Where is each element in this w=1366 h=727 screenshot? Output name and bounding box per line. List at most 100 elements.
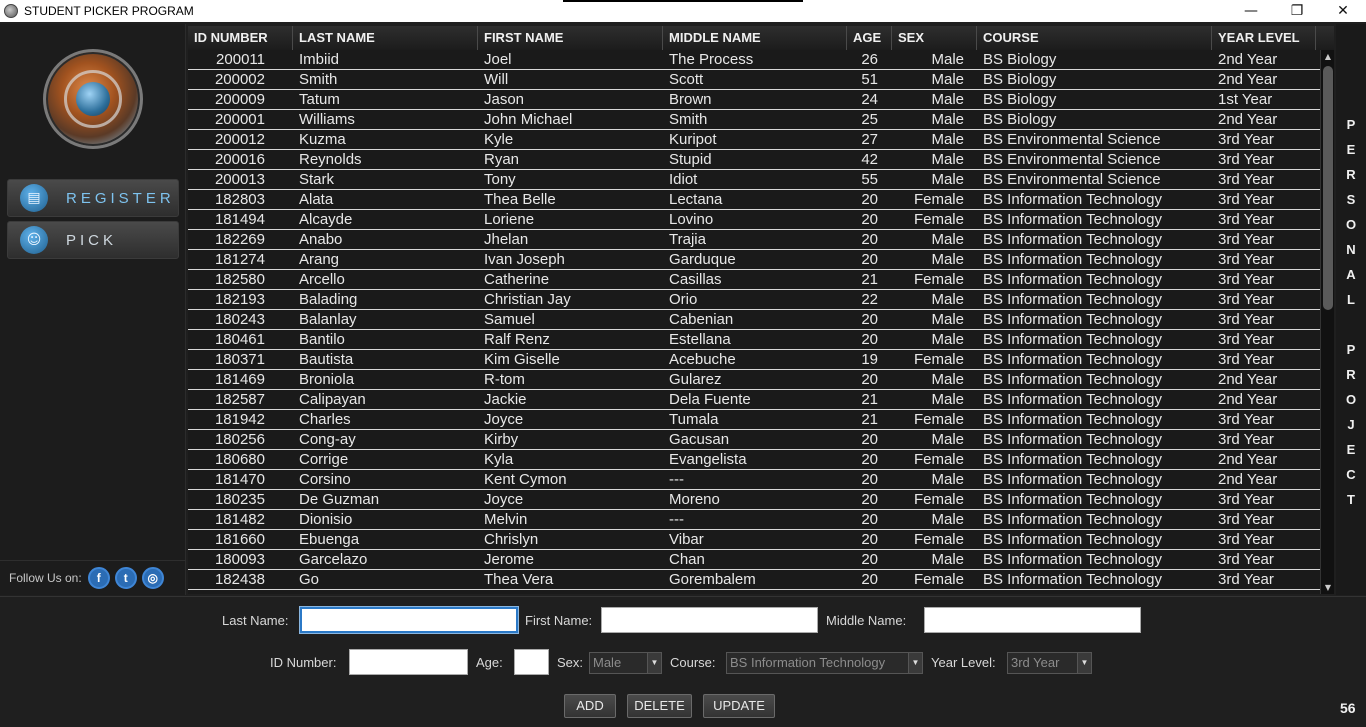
cell-sex: Male	[931, 471, 964, 488]
cell-course: BS Information Technology	[983, 491, 1162, 508]
app-icon	[4, 4, 18, 18]
cell-first-name: Samuel	[484, 311, 535, 328]
table-row[interactable]: 181469 Broniola R-tom Gularez 20 Male BS Infor…	[188, 370, 1334, 390]
cell-last-name: Stark	[299, 171, 335, 188]
cell-age: 20	[861, 451, 878, 468]
close-button[interactable]: ✕	[1320, 0, 1366, 22]
table-row[interactable]: 181660 Ebuenga Chrislyn Vibar 20 Female BS Inf…	[188, 530, 1334, 550]
cell-course: BS Information Technology	[983, 231, 1162, 248]
course-select[interactable]: BS Information Technology ▼	[726, 652, 923, 674]
table-row[interactable]: 200011 Imbiid Joel The Process 26 Male BS Biol…	[188, 50, 1334, 70]
table-scrollbar[interactable]: ▲ ▼	[1320, 50, 1334, 594]
last-name-input[interactable]	[300, 607, 518, 633]
chevron-down-icon: ▼	[1077, 653, 1091, 673]
column-header-last-name[interactable]: LAST NAME	[293, 26, 478, 50]
table-row[interactable]: 181482 Dionisio Melvin --- 20 Male BS Informat…	[188, 510, 1334, 530]
table-row[interactable]: 180680 Corrige Kyla Evangelista 20 Female BS I…	[188, 450, 1334, 470]
age-input[interactable]	[514, 649, 549, 675]
table-row[interactable]: 180235 De Guzman Joyce Moreno 20 Female BS Inf…	[188, 490, 1334, 510]
cell-year-level: 3rd Year	[1218, 271, 1274, 288]
cell-first-name: Thea Belle	[484, 191, 556, 208]
cell-first-name: Kirby	[484, 431, 519, 448]
table-row[interactable]: 182193 Balading Christian Jay Orio 22 Male BS …	[188, 290, 1334, 310]
register-button[interactable]: ▤ REGISTER	[7, 179, 179, 217]
twitter-icon[interactable]: t	[114, 567, 137, 589]
table-row[interactable]: 182438 Go Thea Vera Gorembalem 20 Female BS In…	[188, 570, 1334, 590]
cell-first-name: Christian Jay	[484, 291, 571, 308]
column-header-middle-name[interactable]: MIDDLE NAME	[663, 26, 847, 50]
cell-year-level: 3rd Year	[1218, 351, 1274, 368]
table-row[interactable]: 182587 Calipayan Jackie Dela Fuente 21 Male BS…	[188, 390, 1334, 410]
scroll-down-icon[interactable]: ▼	[1323, 583, 1333, 592]
cell-first-name: Chrislyn	[484, 531, 539, 548]
cell-middle-name: Kuripot	[669, 131, 717, 148]
table-row[interactable]: 181494 Alcayde Loriene Lovino 20 Female BS Inf…	[188, 210, 1334, 230]
year-level-select[interactable]: 3rd Year ▼	[1007, 652, 1092, 674]
column-header-first-name[interactable]: FIRST NAME	[478, 26, 663, 50]
cell-sex: Female	[913, 411, 964, 428]
table-row[interactable]: 182803 Alata Thea Belle Lectana 20 Female BS I…	[188, 190, 1334, 210]
sex-select[interactable]: Male ▼	[589, 652, 662, 674]
table-row[interactable]: 180461 Bantilo Ralf Renz Estellana 20 Male BS …	[188, 330, 1334, 350]
cell-sex: Male	[931, 431, 964, 448]
column-header-sex[interactable]: SEX	[892, 26, 977, 50]
cell-middle-name: Idiot	[669, 171, 698, 188]
table-row[interactable]: 200012 Kuzma Kyle Kuripot 27 Male BS Environme…	[188, 130, 1334, 150]
cell-year-level: 2nd Year	[1218, 471, 1278, 488]
cell-first-name: R-tom	[484, 371, 525, 388]
id-number-input[interactable]	[349, 649, 468, 675]
vertical-title-letter: T	[1347, 492, 1355, 507]
table-row[interactable]: 200002 Smith Will Scott 51 Male BS Biology 2nd …	[188, 70, 1334, 90]
delete-button[interactable]: DELETE	[627, 694, 692, 718]
cell-middle-name: Cabenian	[669, 311, 734, 328]
table-row[interactable]: 180093 Garcelazo Jerome Chan 20 Male BS Inform…	[188, 550, 1334, 570]
maximize-button[interactable]: ❐	[1274, 0, 1320, 22]
cell-id: 200011	[216, 51, 265, 68]
cell-first-name: Kyle	[484, 131, 514, 148]
cell-last-name: Arang	[299, 251, 340, 268]
table-row[interactable]: 182269 Anabo Jhelan Trajia 20 Male BS Informat…	[188, 230, 1334, 250]
cell-first-name: Ralf Renz	[484, 331, 550, 348]
add-button[interactable]: ADD	[564, 694, 616, 718]
scrollbar-thumb[interactable]	[1323, 66, 1333, 310]
cell-course: BS Information Technology	[983, 511, 1162, 528]
table-row[interactable]: 200001 Williams John Michael Smith 25 Male BS …	[188, 110, 1334, 130]
column-header-course[interactable]: COURSE	[977, 26, 1212, 50]
chevron-down-icon: ▼	[647, 653, 661, 673]
cell-course: BS Information Technology	[983, 451, 1162, 468]
scroll-up-icon[interactable]: ▲	[1323, 52, 1333, 61]
cell-age: 20	[861, 531, 878, 548]
table-row[interactable]: 200013 Stark Tony Idiot 55 Male BS Environment…	[188, 170, 1334, 190]
cell-age: 26	[861, 51, 878, 68]
instagram-icon[interactable]: ◎	[141, 567, 164, 589]
middle-name-input[interactable]	[924, 607, 1141, 633]
cell-age: 20	[861, 471, 878, 488]
table-row[interactable]: 180371 Bautista Kim Giselle Acebuche 19 Femal…	[188, 350, 1334, 370]
table-row[interactable]: 180243 Balanlay Samuel Cabenian 20 Male BS Inf…	[188, 310, 1334, 330]
cell-sex: Male	[931, 311, 964, 328]
minimize-button[interactable]: —	[1228, 0, 1274, 22]
table-row[interactable]: 200009 Tatum Jason Brown 24 Male BS Biology 1st…	[188, 90, 1334, 110]
cell-id: 181942	[214, 411, 265, 428]
cell-year-level: 3rd Year	[1218, 551, 1274, 568]
table-row[interactable]: 181942 Charles Joyce Tumala 21 Female BS Infor…	[188, 410, 1334, 430]
column-header-age[interactable]: AGE	[847, 26, 892, 50]
middle-name-label: Middle Name:	[826, 613, 907, 628]
cell-id: 181494	[214, 211, 265, 228]
first-name-input[interactable]	[601, 607, 818, 633]
cell-first-name: Jhelan	[484, 231, 529, 248]
table-row[interactable]: 200016 Reynolds Ryan Stupid 42 Male BS Environ…	[188, 150, 1334, 170]
table-row[interactable]: 181274 Arang Ivan Joseph Garduque 20 Male BS I…	[188, 250, 1334, 270]
cell-year-level: 3rd Year	[1218, 231, 1274, 248]
table-row[interactable]: 181470 Corsino Kent Cymon --- 20 Male BS Infor…	[188, 470, 1334, 490]
table-row[interactable]: 182580 Arcello Catherine Casillas 21 Female BS…	[188, 270, 1334, 290]
column-header-year-level[interactable]: YEAR LEVEL	[1212, 26, 1316, 50]
update-button[interactable]: UPDATE	[703, 694, 775, 718]
table-row[interactable]: 180256 Cong-ay Kirby Gacusan 20 Male BS Inform…	[188, 430, 1334, 450]
cell-year-level: 3rd Year	[1218, 531, 1274, 548]
pick-button[interactable]: ☺ PICK	[7, 221, 179, 259]
column-header-id[interactable]: ID NUMBER	[188, 26, 293, 50]
cell-middle-name: Stupid	[669, 151, 712, 168]
cell-course: BS Biology	[983, 51, 1057, 68]
facebook-icon[interactable]: f	[87, 567, 110, 589]
